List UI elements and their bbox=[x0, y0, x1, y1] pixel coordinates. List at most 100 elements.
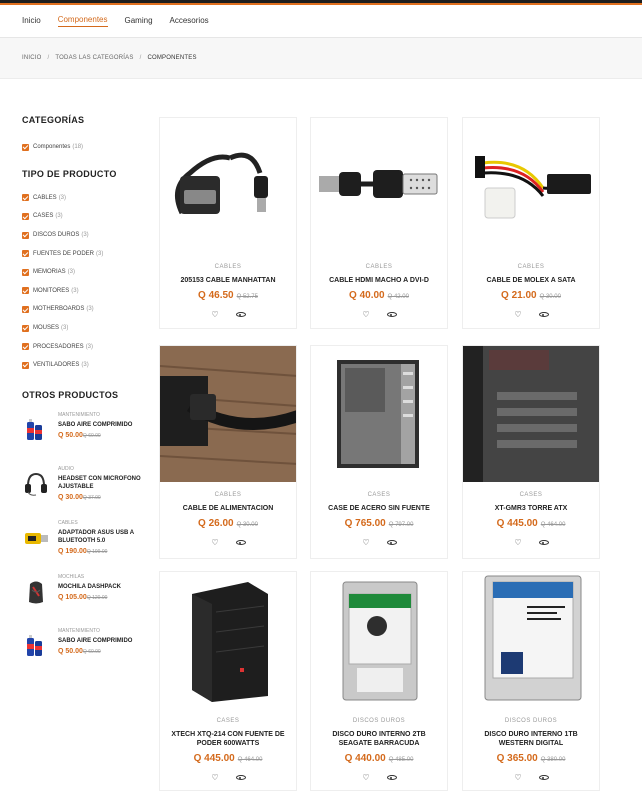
nav-componentes[interactable]: Componentes bbox=[57, 15, 108, 27]
wishlist-heart-icon[interactable]: ♡ bbox=[513, 310, 523, 322]
wishlist-heart-icon[interactable]: ♡ bbox=[361, 773, 371, 785]
type-filter-mouses[interactable]: MOUSES (3) bbox=[22, 319, 152, 338]
checkbox-checked-icon[interactable] bbox=[22, 361, 29, 369]
checkbox-checked-icon[interactable] bbox=[22, 194, 29, 202]
nav-gaming[interactable]: Gaming bbox=[125, 16, 153, 27]
product-price-row: Q 40.00 Q 42.00 bbox=[311, 290, 447, 301]
quick-view-eye-icon[interactable] bbox=[539, 538, 549, 550]
type-filter-fuentes-de-poder[interactable]: FUENTES DE PODER (3) bbox=[22, 244, 152, 263]
type-count: (3) bbox=[96, 250, 104, 257]
nav-inicio[interactable]: Inicio bbox=[22, 16, 41, 27]
product-price-row: Q 21.00 Q 30.00 bbox=[463, 290, 599, 301]
type-filter-monitores[interactable]: MONITORES (3) bbox=[22, 282, 152, 301]
product-image[interactable] bbox=[463, 346, 599, 482]
checkbox-checked-icon[interactable] bbox=[22, 212, 29, 220]
checkbox-checked-icon[interactable] bbox=[22, 250, 29, 258]
product-name[interactable]: DISCO DURO INTERNO 2TB SEAGATE BARRACUDA bbox=[311, 730, 447, 748]
wishlist-heart-icon[interactable]: ♡ bbox=[210, 310, 220, 322]
checkbox-checked-icon[interactable] bbox=[22, 343, 29, 351]
wishlist-heart-icon[interactable]: ♡ bbox=[513, 773, 523, 785]
product-card[interactable]: CASES CASE DE ACERO SIN FUENTE Q 765.00 Q 7… bbox=[310, 345, 448, 559]
other-product-name[interactable]: ADAPTADOR ASUS USB A BLUETOOTH 5.0 bbox=[58, 529, 152, 545]
product-card[interactable]: CABLES CABLE HDMI MACHO A DVI-D Q 40.00 Q 4… bbox=[310, 117, 448, 329]
product-old-price: Q 30.00 bbox=[539, 294, 561, 300]
product-image[interactable] bbox=[160, 346, 296, 482]
category-filter-componentes[interactable]: Componentes (18) bbox=[22, 138, 152, 157]
product-card[interactable]: CABLES CABLE DE ALIMENTACION Q 26.00 Q 30.0… bbox=[159, 345, 297, 559]
other-product-item[interactable]: CABLES ADAPTADOR ASUS USB A BLUETOOTH 5.0… bbox=[22, 520, 152, 574]
quick-view-eye-icon[interactable] bbox=[236, 773, 246, 785]
quick-view-eye-icon[interactable] bbox=[387, 773, 397, 785]
backpack-icon[interactable] bbox=[22, 578, 50, 606]
usb-adapter-icon[interactable] bbox=[22, 524, 50, 552]
product-name[interactable]: CABLE DE ALIMENTACION bbox=[160, 504, 296, 513]
product-card[interactable]: DISCOS DUROS DISCO DURO INTERNO 1TB WESTE… bbox=[462, 571, 600, 791]
product-image[interactable] bbox=[160, 572, 296, 708]
product-actions: ♡ bbox=[311, 773, 447, 785]
nav-accesorios[interactable]: Accesorios bbox=[170, 16, 209, 27]
other-product-name[interactable]: HEADSET CON MICROFONO AJUSTABLE bbox=[58, 475, 152, 491]
product-image[interactable] bbox=[311, 572, 447, 708]
product-image[interactable] bbox=[311, 118, 447, 254]
breadcrumb-separator: / bbox=[47, 55, 50, 61]
checkbox-checked-icon[interactable] bbox=[22, 305, 29, 313]
checkbox-checked-icon[interactable] bbox=[22, 287, 29, 295]
other-product-name[interactable]: SABO AIRE COMPRIMIDO bbox=[58, 637, 132, 645]
type-filter-cables[interactable]: CABLES (3) bbox=[22, 189, 152, 208]
other-product-item[interactable]: MOCHILAS MOCHILA DASHPACK Q 105.00Q 120.00 bbox=[22, 574, 152, 628]
quick-view-eye-icon[interactable] bbox=[539, 773, 549, 785]
product-card[interactable]: CABLES CABLE DE MOLEX A SATA Q 21.00 Q 30.0… bbox=[462, 117, 600, 329]
other-product-item[interactable]: MANTENIMIENTO SABO AIRE COMPRIMIDO Q 50.00… bbox=[22, 412, 152, 466]
other-product-name[interactable]: SABO AIRE COMPRIMIDO bbox=[58, 421, 132, 429]
other-product-old-price: Q 37.00 bbox=[82, 494, 101, 501]
product-image[interactable] bbox=[463, 572, 599, 708]
other-product-old-price: Q 60.00 bbox=[82, 432, 101, 439]
breadcrumb-inicio[interactable]: INICIO bbox=[22, 55, 42, 61]
type-filter-motherboards[interactable]: MOTHERBOARDS (3) bbox=[22, 300, 152, 319]
checkbox-checked-icon[interactable] bbox=[22, 268, 29, 276]
quick-view-eye-icon[interactable] bbox=[236, 310, 246, 322]
air-can-icon[interactable] bbox=[22, 416, 50, 444]
quick-view-eye-icon[interactable] bbox=[236, 538, 246, 550]
product-card[interactable]: CASES XTECH XTQ-214 CON FUENTE DE PODER 6… bbox=[159, 571, 297, 791]
type-filter-discos-duros[interactable]: DISCOS DUROS (3) bbox=[22, 226, 152, 245]
product-image[interactable] bbox=[160, 118, 296, 254]
quick-view-eye-icon[interactable] bbox=[387, 538, 397, 550]
product-name[interactable]: XT-GMR3 TORRE ATX bbox=[463, 504, 599, 513]
quick-view-eye-icon[interactable] bbox=[387, 310, 397, 322]
type-filter-procesadores[interactable]: PROCESADORES (3) bbox=[22, 337, 152, 356]
air-can-icon[interactable] bbox=[22, 632, 50, 660]
wishlist-heart-icon[interactable]: ♡ bbox=[361, 538, 371, 550]
wishlist-heart-icon[interactable]: ♡ bbox=[210, 773, 220, 785]
product-name[interactable]: XTECH XTQ-214 CON FUENTE DE PODER 600WAT… bbox=[160, 730, 296, 748]
quick-view-eye-icon[interactable] bbox=[539, 310, 549, 322]
wishlist-heart-icon[interactable]: ♡ bbox=[513, 538, 523, 550]
breadcrumb-todas[interactable]: TODAS LAS CATEGORÍAS bbox=[55, 55, 133, 61]
main-nav: Inicio Componentes Gaming Accesorios bbox=[0, 5, 642, 38]
other-product-info: MANTENIMIENTO SABO AIRE COMPRIMIDO Q 50.00… bbox=[58, 628, 132, 655]
other-product-item[interactable]: MANTENIMIENTO SABO AIRE COMPRIMIDO Q 50.00… bbox=[22, 628, 152, 682]
product-image[interactable] bbox=[311, 346, 447, 482]
other-product-item[interactable]: AUDIO HEADSET CON MICROFONO AJUSTABLE Q 30… bbox=[22, 466, 152, 520]
type-filter-cases[interactable]: CASES (3) bbox=[22, 207, 152, 226]
product-name[interactable]: CASE DE ACERO SIN FUENTE bbox=[311, 504, 447, 513]
product-name[interactable]: CABLE DE MOLEX A SATA bbox=[463, 276, 599, 285]
wishlist-heart-icon[interactable]: ♡ bbox=[361, 310, 371, 322]
product-image[interactable] bbox=[463, 118, 599, 254]
product-name[interactable]: 205153 CABLE MANHATTAN bbox=[160, 276, 296, 285]
other-product-name[interactable]: MOCHILA DASHPACK bbox=[58, 583, 121, 591]
other-products-title: OTROS PRODUCTOS bbox=[22, 389, 119, 400]
checkbox-checked-icon[interactable] bbox=[22, 143, 29, 151]
type-filter-memorias[interactable]: MEMORIAS (3) bbox=[22, 263, 152, 282]
checkbox-checked-icon[interactable] bbox=[22, 324, 29, 332]
type-filter-ventiladores[interactable]: VENTILADORES (3) bbox=[22, 356, 152, 375]
product-caption: CABLES CABLE HDMI MACHO A DVI-D Q 40.00 Q 4… bbox=[311, 254, 447, 322]
wishlist-heart-icon[interactable]: ♡ bbox=[210, 538, 220, 550]
product-card[interactable]: DISCOS DUROS DISCO DURO INTERNO 2TB SEAGA… bbox=[310, 571, 448, 791]
product-card[interactable]: CABLES 205153 CABLE MANHATTAN Q 46.50 Q 52.… bbox=[159, 117, 297, 329]
headset-icon[interactable] bbox=[22, 470, 50, 498]
product-card[interactable]: CASES XT-GMR3 TORRE ATX Q 445.00 Q 464.00 ♡ bbox=[462, 345, 600, 559]
product-name[interactable]: DISCO DURO INTERNO 1TB WESTERN DIGITAL bbox=[463, 730, 599, 748]
checkbox-checked-icon[interactable] bbox=[22, 231, 29, 239]
product-name[interactable]: CABLE HDMI MACHO A DVI-D bbox=[311, 276, 447, 285]
